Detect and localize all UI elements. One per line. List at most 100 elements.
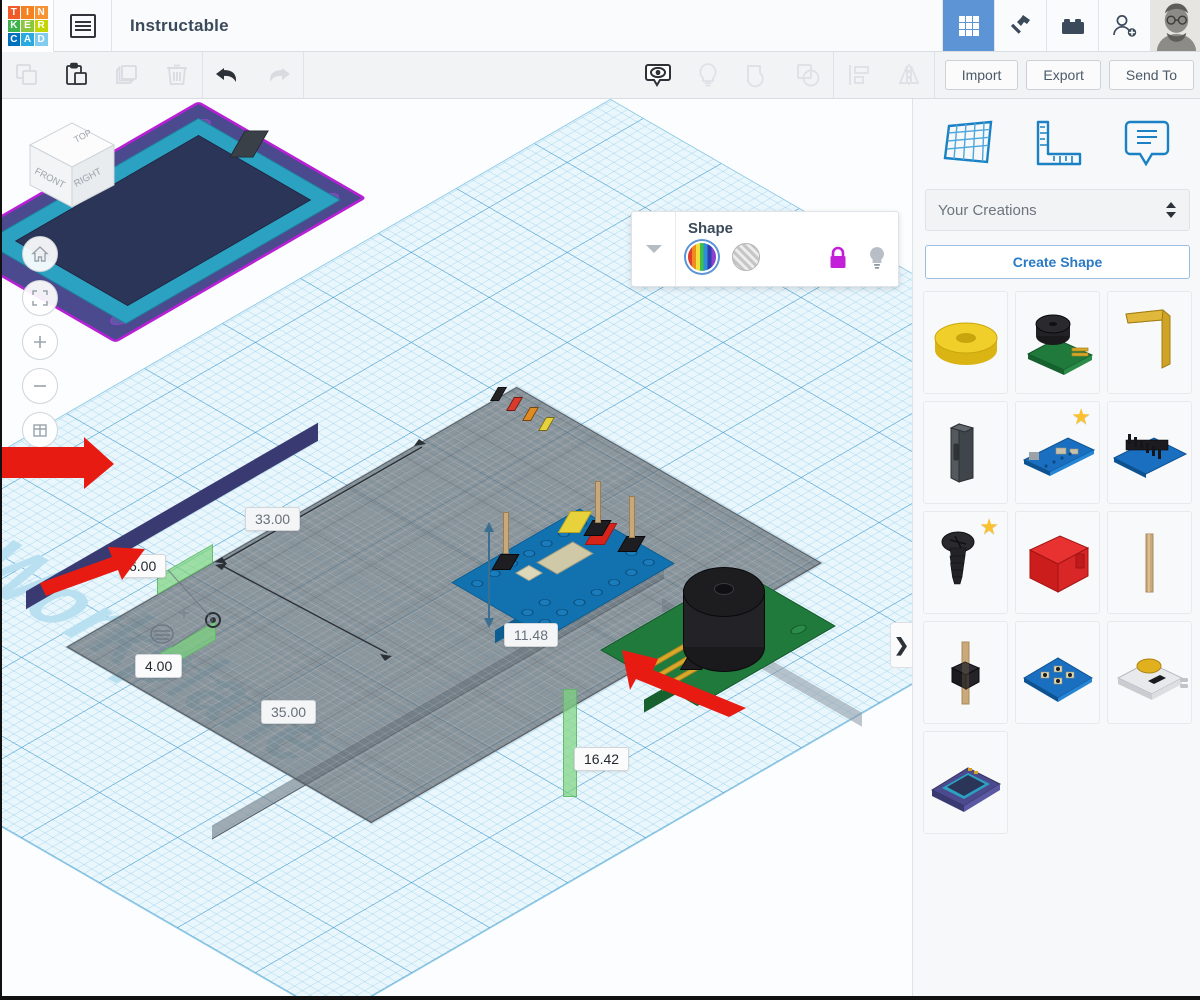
logo-letter: C <box>7 33 21 46</box>
import-button[interactable]: Import <box>944 60 1019 90</box>
dim-4-label[interactable]: 4.00 <box>135 654 183 678</box>
zoom-in-button[interactable] <box>22 324 58 360</box>
lightbulb-icon <box>870 247 884 269</box>
shape-tile-tactile-button[interactable] <box>1107 621 1192 724</box>
workplane-tool-button[interactable] <box>935 115 1001 173</box>
top-bar-actions <box>942 0 1200 51</box>
home-icon <box>31 246 49 262</box>
shape-tile-sensor-pcb[interactable] <box>1015 621 1100 724</box>
workplane-grid-icon <box>943 120 993 164</box>
sensor-pcb-thumb <box>1016 636 1099 710</box>
redo-arrow-icon <box>269 68 290 82</box>
dim-6-label[interactable]: 6.00 <box>119 554 167 578</box>
pin-header-pin <box>595 481 601 523</box>
ortho-perspective-icon <box>33 424 47 437</box>
dimension-handle-16[interactable] <box>563 689 577 797</box>
tinkercad-app: T I N K E R C A D Instructable Import Ex… <box>0 0 1200 1000</box>
lock-icon <box>830 246 846 268</box>
shapes-panel-tools <box>913 99 1200 185</box>
minus-icon <box>34 385 46 387</box>
home-view-button[interactable] <box>22 236 58 272</box>
invite-user-button[interactable] <box>1098 0 1150 51</box>
page-title: Instructable <box>130 15 229 35</box>
shape-tile-black-screw[interactable]: ★ <box>923 511 1008 614</box>
mirror-button[interactable] <box>884 52 934 99</box>
zoom-out-button[interactable] <box>22 368 58 404</box>
logo-letter: E <box>21 19 34 33</box>
view-cube[interactable]: TOP FRONT RIGHT <box>24 117 120 217</box>
fit-to-view-button[interactable] <box>22 280 58 316</box>
dim-35-label[interactable]: 35.00 <box>261 700 317 724</box>
blocks-icon <box>1061 18 1084 34</box>
export-button[interactable]: Export <box>1026 60 1101 90</box>
tinkercad-logo[interactable]: T I N K E R C A D <box>2 0 54 52</box>
ruler-tool-button[interactable] <box>1024 115 1090 173</box>
library-select[interactable]: Your Creations <box>925 189 1190 231</box>
project-list-button[interactable] <box>54 0 112 51</box>
copy-button[interactable] <box>2 52 52 99</box>
toolbar-divider <box>303 52 304 98</box>
undo-button[interactable] <box>203 52 253 99</box>
shape-tile-gray-block[interactable] <box>923 401 1008 504</box>
notes-tool-button[interactable] <box>1114 115 1180 173</box>
brass-bracket-thumb <box>1108 306 1191 380</box>
lightbulb-icon <box>699 63 717 87</box>
delete-button[interactable] <box>152 52 202 99</box>
light-button[interactable] <box>683 52 733 99</box>
shape-tile-wood-dowel[interactable] <box>1107 511 1192 614</box>
shape-tile-arduino-nano[interactable]: ★ <box>1015 401 1100 504</box>
tinker-button[interactable] <box>994 0 1046 51</box>
ungroup-shapes-icon <box>796 64 820 87</box>
panel-collapse-tab[interactable]: ❯ <box>890 622 912 668</box>
avatar[interactable] <box>1150 0 1200 51</box>
grid-icon <box>958 15 979 36</box>
shape-tile-red-block[interactable] <box>1015 511 1100 614</box>
multicolor-swatch[interactable] <box>688 243 716 271</box>
redo-button[interactable] <box>253 52 303 99</box>
align-button[interactable] <box>834 52 884 99</box>
gallery-grid-button[interactable] <box>942 0 994 51</box>
3d-canvas[interactable]: Workplane <box>2 99 912 996</box>
yellow-disc-thumb <box>924 306 1007 380</box>
dim-16-label[interactable]: 16.42 <box>574 747 630 771</box>
logo-letter: A <box>21 33 34 46</box>
shape-tile-dowel-clamp[interactable] <box>923 621 1008 724</box>
logo-letter: K <box>7 19 21 33</box>
buzzer-module-thumb <box>1016 306 1099 380</box>
view-cube-icon: TOP FRONT RIGHT <box>28 122 116 208</box>
pin-header-pin <box>503 512 509 554</box>
shape-tile-yellow-disc[interactable] <box>923 291 1008 394</box>
blocks-button[interactable] <box>1046 0 1098 51</box>
duplicate-icon <box>116 65 137 84</box>
arduino-nano-thumb <box>1016 416 1099 490</box>
edit-toolbar: Import Export Send To <box>2 52 1200 99</box>
pin-header-pin <box>629 496 635 538</box>
paste-icon <box>66 62 87 85</box>
lightbulb-icon[interactable] <box>868 246 886 275</box>
show-hide-button[interactable] <box>633 52 683 99</box>
duplicate-button[interactable] <box>102 52 152 99</box>
eye-visibility-icon <box>644 64 671 87</box>
paste-button[interactable] <box>52 52 102 99</box>
projection-toggle-button[interactable] <box>22 412 58 448</box>
ruler-icon <box>1037 120 1082 166</box>
group-button[interactable] <box>733 52 783 99</box>
shape-tile-brass-bracket[interactable] <box>1107 291 1192 394</box>
avatar <box>1151 0 1200 51</box>
shape-panel-collapse-button[interactable] <box>632 212 676 286</box>
logo-letter: R <box>34 19 48 33</box>
send-to-button[interactable]: Send To <box>1108 60 1194 90</box>
tactile-button-thumb <box>1108 636 1191 710</box>
lock-icon[interactable] <box>828 246 848 275</box>
create-shape-button[interactable]: Create Shape <box>925 245 1190 279</box>
dim-11-label[interactable]: 11.48 <box>504 623 558 647</box>
mirror-flip-icon <box>898 64 920 86</box>
dim-33-label[interactable]: 33.00 <box>245 507 301 531</box>
ungroup-button[interactable] <box>783 52 833 99</box>
transparent-hatch-swatch[interactable] <box>732 243 761 271</box>
top-bar: T I N K E R C A D Instructable <box>2 0 1200 52</box>
shape-tile-lcd-display[interactable] <box>923 731 1008 834</box>
shape-tile-buzzer-module[interactable] <box>1015 291 1100 394</box>
fit-frame-icon <box>32 290 48 306</box>
shape-tile-header-pins[interactable] <box>1107 401 1192 504</box>
